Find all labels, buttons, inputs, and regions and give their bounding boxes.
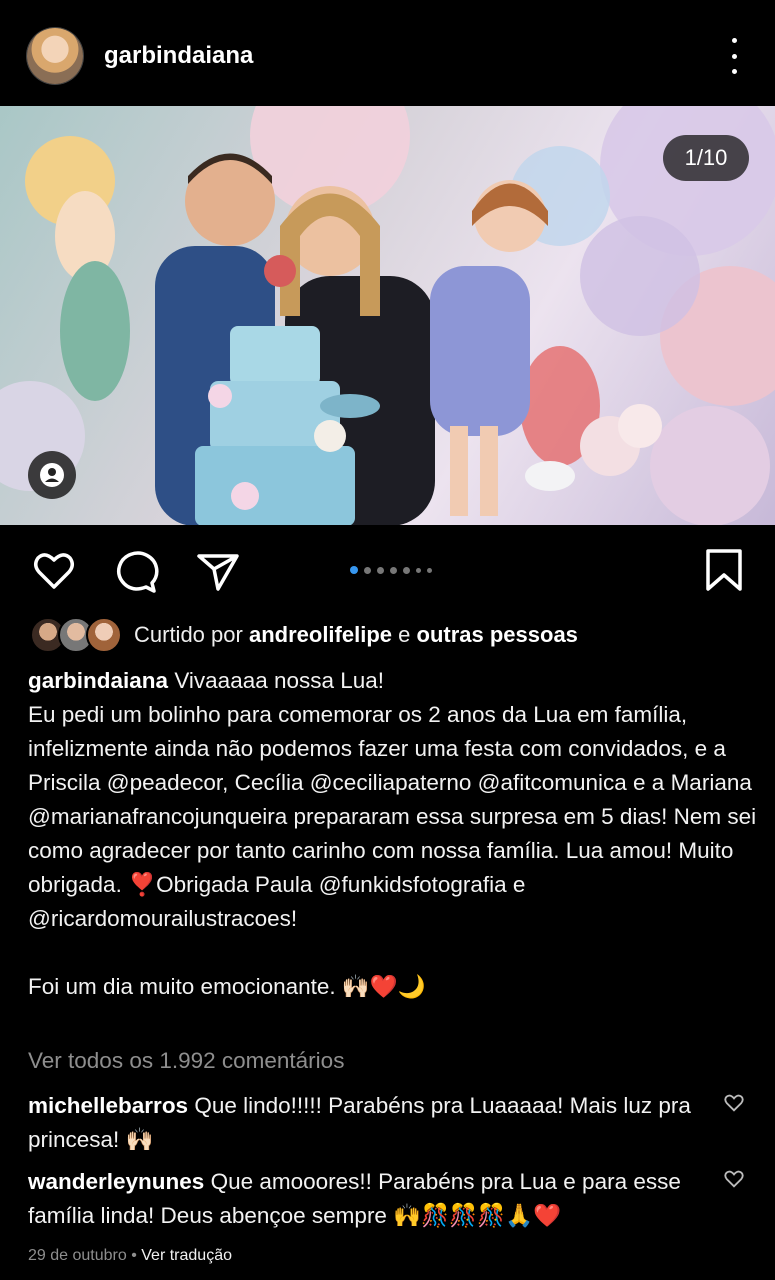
view-all-comments-link[interactable]: Ver todos os 1.992 comentários [28, 1048, 344, 1074]
caption-text: Vivaaaaa nossa Lua! Eu pedi um bolinho p… [28, 668, 757, 999]
liked-by-connector: e [398, 622, 411, 647]
send-icon[interactable] [194, 547, 242, 595]
liked-by-text: Curtido por andreolifelipe e outras pess… [134, 622, 578, 648]
comment-username[interactable]: wanderleynunes [28, 1169, 204, 1194]
bookmark-icon[interactable] [700, 547, 748, 595]
post-header: garbindaiana [0, 0, 775, 106]
action-bar [0, 525, 775, 615]
party-photo-illustration [0, 106, 775, 525]
liker-avatar [86, 617, 122, 653]
liked-by-row[interactable]: Curtido por andreolifelipe e outras pess… [30, 615, 770, 655]
more-options-icon[interactable] [722, 38, 746, 74]
post-photo[interactable]: 1/10 [0, 106, 775, 525]
profile-avatar[interactable] [27, 28, 83, 84]
liked-by-others[interactable]: outras pessoas [417, 622, 578, 647]
post-meta: 29 de outubro • Ver tradução [28, 1247, 232, 1265]
post-username[interactable]: garbindaiana [104, 42, 253, 70]
comment-item: michellebarros Que lindo!!!!! Parabéns p… [28, 1089, 718, 1157]
comment-like-heart-icon[interactable] [723, 1092, 745, 1114]
comment-icon[interactable] [112, 547, 160, 595]
carousel-counter: 1/10 [663, 135, 749, 181]
caption-username[interactable]: garbindaiana [28, 668, 168, 693]
comment-item: wanderleynunes Que amooores!! Parabéns p… [28, 1165, 718, 1233]
post-caption: garbindaiana Vivaaaaa nossa Lua! Eu pedi… [28, 664, 758, 1004]
translate-link[interactable]: Ver tradução [141, 1247, 232, 1264]
user-tag-icon[interactable] [28, 451, 76, 499]
meta-separator: • [131, 1247, 137, 1264]
post-date: 29 de outubro [28, 1247, 127, 1264]
liked-by-user[interactable]: andreolifelipe [249, 622, 392, 647]
comment-like-heart-icon[interactable] [723, 1168, 745, 1190]
comment-username[interactable]: michellebarros [28, 1093, 188, 1118]
liked-by-prefix: Curtido por [134, 622, 243, 647]
carousel-dots [350, 566, 432, 574]
heart-icon[interactable] [30, 547, 78, 595]
